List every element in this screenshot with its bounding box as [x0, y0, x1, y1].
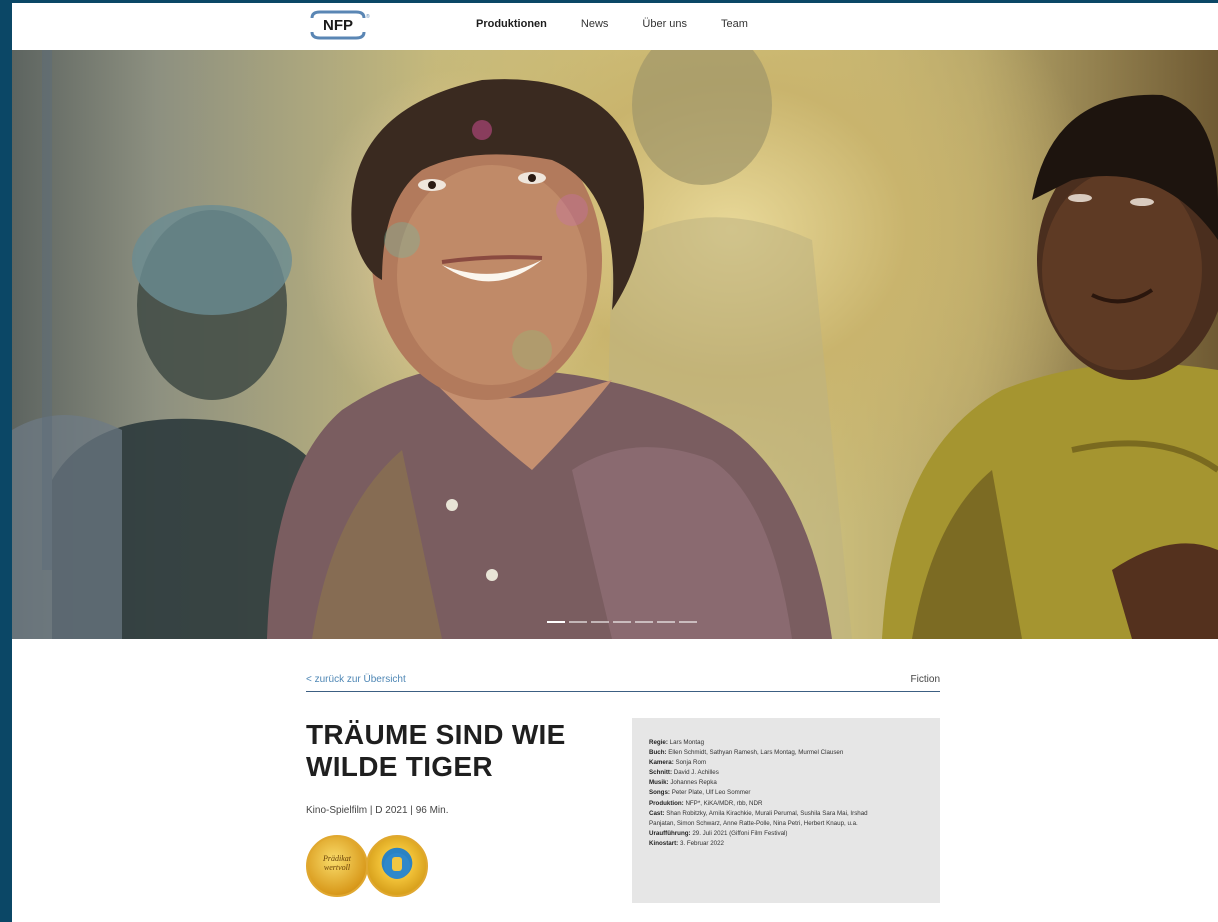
credit-label: Uraufführung: — [649, 829, 691, 837]
credit-label: Songs: — [649, 789, 670, 797]
site-header: NFP ® Produktionen News Über uns Team — [12, 3, 1218, 50]
slider-dot[interactable] — [635, 621, 653, 623]
credit-line: Kinostart: 3. Februar 2022 — [649, 839, 940, 849]
credit-line: Regie: Lars Montag — [649, 738, 940, 748]
thumbs-up-icon — [384, 853, 410, 879]
divider — [306, 691, 940, 692]
praedikat-wertvoll-badge: Prädikat wertvoll — [306, 835, 368, 897]
credit-value: 3. Februar 2022 — [678, 839, 724, 847]
nav-produktionen[interactable]: Produktionen — [476, 18, 547, 30]
nav-team[interactable]: Team — [721, 18, 748, 30]
credit-value: Johannes Repka — [668, 779, 717, 787]
slider-dot[interactable] — [547, 621, 565, 623]
credit-line: Kamera: Sonja Rom — [649, 758, 940, 768]
credit-value: Sonja Rom — [673, 759, 707, 767]
genre-label: Fiction — [910, 674, 940, 685]
jugend-filmjury-badge — [366, 835, 428, 897]
nfp-logo[interactable]: NFP ® — [306, 8, 370, 42]
slider-dot[interactable] — [613, 621, 631, 623]
svg-text:NFP: NFP — [323, 17, 353, 34]
credit-line: Panjatan, Simon Schwarz, Anne Ratte-Poll… — [649, 819, 940, 829]
credit-label: Cast: — [649, 809, 665, 817]
nav-ueber-uns[interactable]: Über uns — [642, 18, 687, 30]
credit-line: Cast: Shan Robitzky, Arnila Kirachkie, M… — [649, 809, 940, 819]
credit-label: Produktion: — [649, 799, 684, 807]
film-title: TRÄUME SIND WIE WILDE TIGER — [306, 719, 566, 782]
slider-dot[interactable] — [679, 621, 697, 623]
slider-dot[interactable] — [657, 621, 675, 623]
credit-line: Uraufführung: 29. Juli 2021 (Giffoni Fil… — [649, 829, 940, 839]
svg-text:®: ® — [366, 13, 370, 20]
credit-line: Produktion: NFP*, KiKA/MDR, rbb, NDR — [649, 799, 940, 809]
credit-value: Lars Montag — [667, 739, 705, 746]
credit-label: Regie: — [649, 739, 668, 746]
hero-photo — [12, 50, 1218, 639]
credit-value: Panjatan, Simon Schwarz, Anne Ratte-Poll… — [649, 819, 858, 827]
credit-value: Peter Plate, Ulf Leo Sommer — [669, 789, 751, 797]
credit-label: Kinostart: — [649, 839, 679, 847]
page: NFP ® Produktionen News Über uns Team < … — [12, 3, 1218, 922]
credit-label: Musik: — [649, 779, 669, 787]
credit-line: Schnitt: David J. Achilles — [649, 768, 940, 778]
credit-label: Schnitt: — [649, 769, 673, 777]
credit-value: NFP*, KiKA/MDR, rbb, NDR — [683, 799, 763, 807]
film-meta: Kino-Spielfilm | D 2021 | 96 Min. — [306, 805, 449, 816]
hero-image[interactable] — [12, 50, 1218, 639]
slider-dots — [547, 621, 697, 623]
credits-list: Regie: Lars Montag Buch: Ellen Schmidt, S… — [632, 718, 940, 849]
credit-label: Buch: — [649, 749, 667, 757]
credit-value: Shan Robitzky, Arnila Kirachkie, Murali … — [664, 809, 868, 817]
credit-label: Kamera: — [649, 759, 674, 767]
nav-news[interactable]: News — [581, 18, 609, 30]
badge-text: Prädikat wertvoll — [323, 854, 351, 872]
credit-value: Ellen Schmidt, Sathyan Ramesh, Lars Mont… — [666, 749, 844, 757]
main-nav: Produktionen News Über uns Team — [476, 18, 782, 30]
credit-line: Songs: Peter Plate, Ulf Leo Sommer — [649, 788, 940, 798]
credit-line: Buch: Ellen Schmidt, Sathyan Ramesh, Lar… — [649, 748, 940, 758]
slider-dot[interactable] — [569, 621, 587, 623]
credit-line: Musik: Johannes Repka — [649, 778, 940, 788]
slider-dot[interactable] — [591, 621, 609, 623]
credits-box: Regie: Lars Montag Buch: Ellen Schmidt, S… — [632, 718, 940, 903]
credit-value: 29. Juli 2021 (Giffoni Film Festival) — [690, 829, 788, 837]
credit-value: David J. Achilles — [672, 769, 719, 777]
back-to-overview-link[interactable]: < zurück zur Übersicht — [306, 674, 406, 685]
